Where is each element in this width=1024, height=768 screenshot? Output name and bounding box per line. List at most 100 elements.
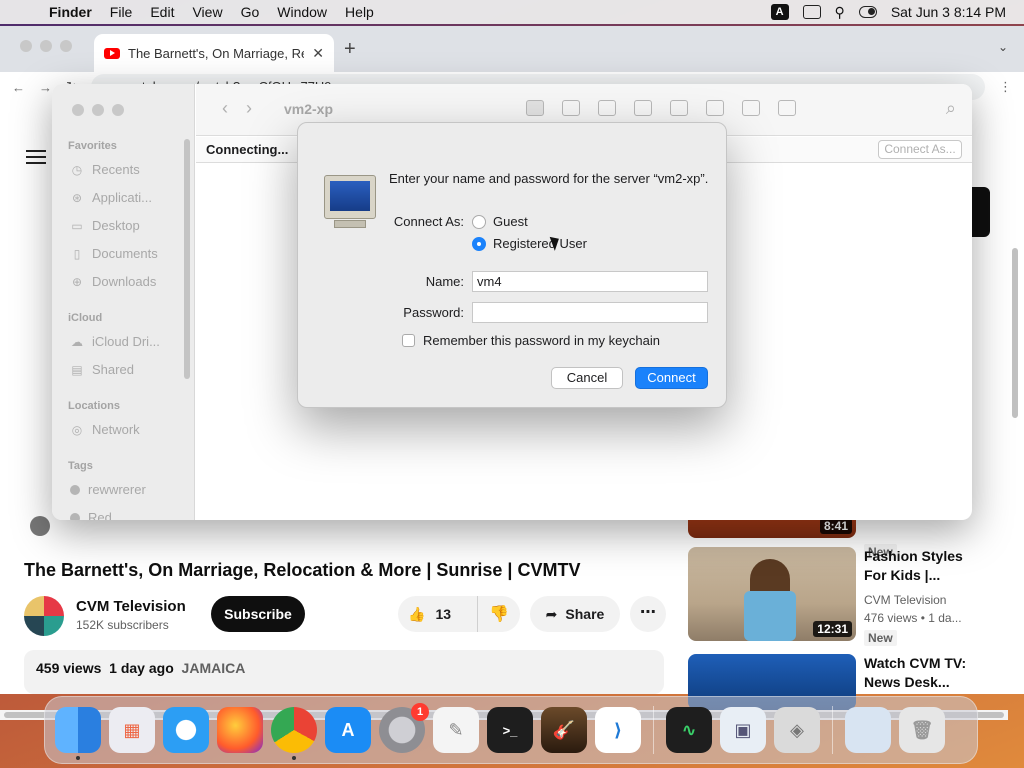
sidebar-item-tag[interactable]: Red xyxy=(70,510,112,520)
sidebar-item-documents[interactable]: ▯ Documents xyxy=(70,246,158,261)
guest-radio[interactable] xyxy=(472,214,486,229)
windows-pc-server-icon xyxy=(322,175,378,231)
channel-avatar[interactable] xyxy=(24,596,64,636)
input-source-icon[interactable]: A xyxy=(770,4,789,20)
name-field[interactable]: vm4 xyxy=(472,271,708,292)
registered-user-radio[interactable] xyxy=(472,236,486,251)
menu-edit[interactable]: Edit xyxy=(141,4,183,20)
dock-activity-monitor-icon[interactable]: ∿ xyxy=(666,707,712,753)
sidebar-item-tag[interactable]: rewwrerer xyxy=(70,482,146,497)
dock-garageband-icon[interactable]: 🎸 xyxy=(541,707,587,753)
list-view-icon[interactable] xyxy=(562,100,580,116)
new-tab-icon[interactable]: + xyxy=(344,38,356,61)
browser-menu-icon[interactable]: ⋮ xyxy=(999,79,1012,95)
share-button[interactable]: ➦ Share xyxy=(530,596,620,632)
dock-safari-icon[interactable] xyxy=(163,707,209,753)
description-box[interactable]: 459 views 1 day ago JAMAICA xyxy=(24,650,664,694)
menu-help[interactable]: Help xyxy=(336,4,383,20)
dock-app-store-icon[interactable]: A xyxy=(325,707,371,753)
registered-user-option[interactable]: Registered User xyxy=(472,236,587,251)
menu-go[interactable]: Go xyxy=(232,4,269,20)
dislike-button[interactable]: 👎 xyxy=(478,604,520,624)
minimize-window-button[interactable] xyxy=(40,40,52,52)
close-tab-icon[interactable]: ✕ xyxy=(312,45,324,62)
channel-name[interactable]: CVM Television xyxy=(76,598,186,615)
guest-label[interactable]: Guest xyxy=(493,214,528,229)
menu-file[interactable]: File xyxy=(101,4,142,20)
dock-preview-icon[interactable]: ▣ xyxy=(720,707,766,753)
recommendation-thumbnail[interactable]: 12:31 xyxy=(688,547,856,641)
youtube-menu-icon[interactable] xyxy=(26,150,46,168)
dock-firefox-icon[interactable] xyxy=(217,707,263,753)
menu-window[interactable]: Window xyxy=(268,4,336,20)
sidebar-header-favorites: Favorites xyxy=(68,140,117,152)
recommendation-title[interactable]: Watch CVM TV: News Desk... xyxy=(864,654,988,692)
column-view-icon[interactable] xyxy=(598,100,616,116)
zoom-window-button[interactable] xyxy=(112,104,124,116)
action-menu-icon[interactable] xyxy=(778,100,796,116)
dock-migration-assistant-icon[interactable]: ◈ xyxy=(774,707,820,753)
password-field[interactable] xyxy=(472,302,708,323)
description-tag[interactable]: JAMAICA xyxy=(182,660,246,676)
vertical-scrollbar[interactable] xyxy=(1010,172,1020,712)
recommendation-item[interactable]: 12:31 Fashion Styles For Kids |... CVM T… xyxy=(688,547,998,647)
sidebar-item-network[interactable]: ◎ Network xyxy=(70,422,140,437)
new-badge: New xyxy=(864,630,897,646)
guest-option[interactable]: Guest xyxy=(472,214,528,229)
dock-finder-icon[interactable] xyxy=(55,707,101,760)
sidebar-item-desktop[interactable]: ▭ Desktop xyxy=(70,218,139,233)
dock-terminal-icon[interactable]: >_ xyxy=(487,707,533,753)
recommendation-channel[interactable]: CVM Television xyxy=(864,593,946,607)
menu-view[interactable]: View xyxy=(183,4,231,20)
screen-mirroring-icon[interactable] xyxy=(802,5,821,19)
minimize-window-button[interactable] xyxy=(92,104,104,116)
search-icon[interactable]: ⌕ xyxy=(946,98,956,119)
notification-badge: 1 xyxy=(411,703,429,721)
dock-textedit-icon[interactable]: ✎ xyxy=(433,707,479,753)
cancel-button[interactable]: Cancel xyxy=(551,367,623,389)
registered-user-label[interactable]: Registered User xyxy=(493,236,587,251)
more-actions-button[interactable]: ⋯ xyxy=(630,596,666,632)
recommendation-title[interactable]: Fashion Styles For Kids |... xyxy=(864,547,988,585)
remember-password-label[interactable]: Remember this password in my keychain xyxy=(423,333,660,348)
sidebar-scrollbar[interactable] xyxy=(184,139,190,379)
spotlight-search-icon[interactable]: ⚲ xyxy=(835,4,845,21)
icon-view-icon[interactable] xyxy=(526,100,544,116)
like-button[interactable]: 👍 13 xyxy=(398,596,478,632)
back-forward-icons[interactable]: ‹› xyxy=(222,98,270,119)
video-progress-scrubber[interactable] xyxy=(30,516,50,536)
zoom-window-button[interactable] xyxy=(60,40,72,52)
finder-window-title: vm2-xp xyxy=(284,101,334,117)
menu-app-name[interactable]: Finder xyxy=(40,4,101,20)
close-window-button[interactable] xyxy=(20,40,32,52)
sidebar-item-shared[interactable]: ▤ Shared xyxy=(70,362,134,377)
browser-tab-youtube[interactable]: The Barnett's, On Marriage, Re ✕ xyxy=(94,34,334,72)
dock-vscode-icon[interactable]: ⟩ xyxy=(595,707,641,753)
like-count: 13 xyxy=(435,606,452,622)
tag-icon[interactable] xyxy=(742,100,760,116)
forward-icon[interactable]: → xyxy=(39,80,52,95)
dock-system-preferences-icon[interactable]: 1 xyxy=(379,703,429,753)
share-icon[interactable] xyxy=(706,100,724,116)
gallery-view-icon[interactable] xyxy=(634,100,652,116)
dock-chrome-icon[interactable] xyxy=(271,707,317,760)
tab-search-chevron-icon[interactable]: ⌄ xyxy=(998,40,1008,54)
sidebar-item-applications[interactable]: ⊛ Applicati... xyxy=(70,190,152,205)
remember-password-option[interactable]: Remember this password in my keychain xyxy=(402,333,660,348)
dock-launchpad-icon[interactable]: ▦ xyxy=(109,707,155,753)
clock-icon: ◷ xyxy=(71,162,83,177)
back-icon[interactable]: ← xyxy=(12,80,25,95)
close-window-button[interactable] xyxy=(72,104,84,116)
sidebar-item-icloud-drive[interactable]: ☁ iCloud Dri... xyxy=(70,334,160,349)
control-center-icon[interactable] xyxy=(858,6,877,18)
dock-trash-icon[interactable]: 🗑 xyxy=(899,707,945,753)
remember-password-checkbox[interactable] xyxy=(402,334,415,347)
dock-downloads-stack-icon[interactable] xyxy=(845,707,891,753)
connect-button[interactable]: Connect xyxy=(635,367,708,389)
subscribe-button[interactable]: Subscribe xyxy=(211,596,305,632)
connect-as-button[interactable]: Connect As... xyxy=(878,140,962,159)
sidebar-item-downloads[interactable]: ⊕ Downloads xyxy=(70,274,156,289)
sidebar-item-recents[interactable]: ◷ Recents xyxy=(70,162,140,177)
menu-clock[interactable]: Sat Jun 3 8:14 PM xyxy=(891,4,1006,20)
group-icon[interactable] xyxy=(670,100,688,116)
